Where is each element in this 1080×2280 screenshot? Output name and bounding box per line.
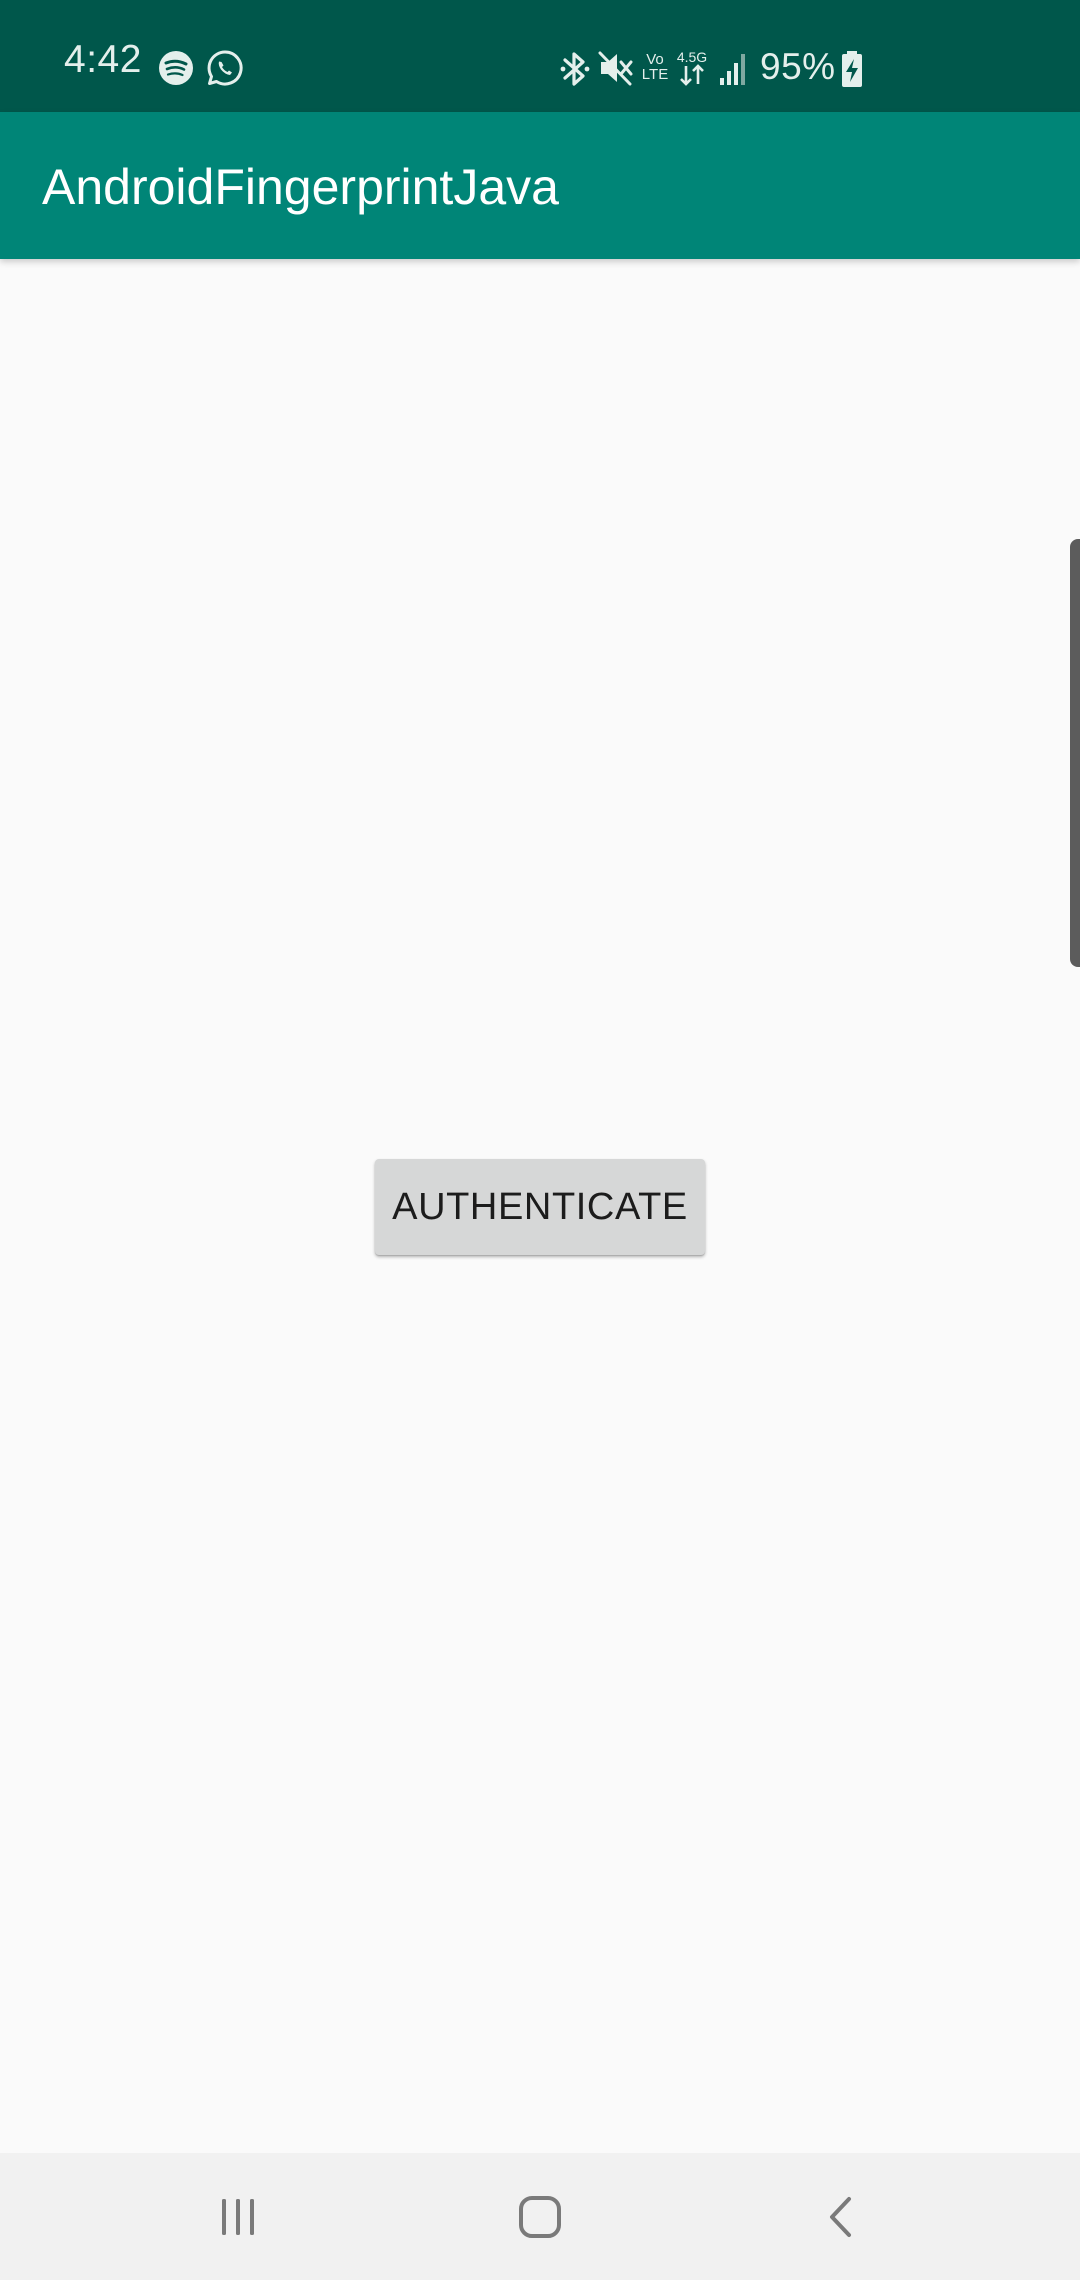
data-arrows-icon: 4.5G: [674, 50, 710, 88]
recents-button[interactable]: [138, 2153, 338, 2280]
back-button[interactable]: [742, 2153, 942, 2280]
volte-bottom-label: LTE: [641, 66, 669, 83]
volte-icon: Vo LTE: [640, 52, 670, 82]
app-bar: AndroidFingerprintJava: [0, 112, 1080, 259]
mute-icon: [598, 51, 633, 86]
status-time: 4:42: [64, 38, 142, 81]
signal-icon: [720, 54, 745, 85]
edge-panel-handle[interactable]: [1070, 539, 1080, 967]
main-content: AUTHENTICATE: [0, 259, 1080, 2153]
back-icon: [830, 2196, 851, 2237]
spotify-icon: [159, 51, 193, 85]
network-speed-label: 4.5G: [676, 49, 708, 65]
volte-top-label: Vo: [646, 51, 664, 68]
app-title: AndroidFingerprintJava: [42, 159, 559, 215]
whatsapp-icon: [207, 50, 243, 86]
screen: 4:42 Vo LTE 4.5G 95% AndroidFingerprintJ…: [0, 0, 1080, 2280]
battery-charging-icon: [842, 51, 862, 87]
home-icon: [519, 2195, 561, 2238]
status-bar: 4:42 Vo LTE 4.5G 95%: [0, 0, 1080, 112]
battery-percent: 95%: [760, 46, 836, 87]
bluetooth-icon: [560, 52, 590, 86]
authenticate-button[interactable]: AUTHENTICATE: [375, 1159, 705, 1255]
recents-icon: [222, 2198, 254, 2235]
home-button[interactable]: [440, 2153, 640, 2280]
navigation-bar: [0, 2153, 1080, 2280]
